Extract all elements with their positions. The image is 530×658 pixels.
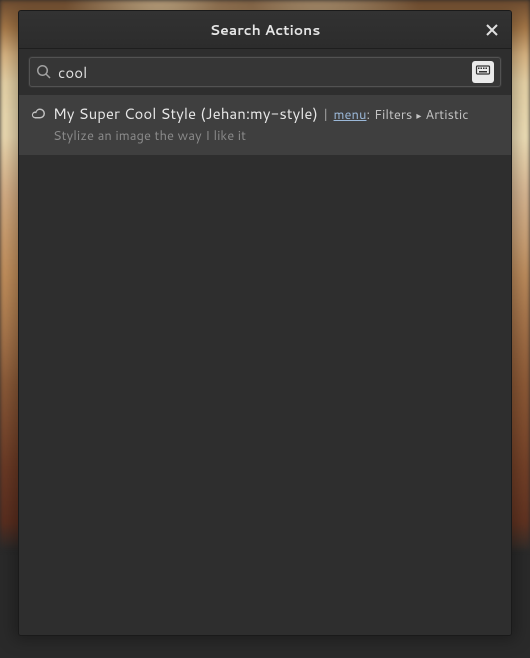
menu-path-segment-1: Filters <box>374 106 412 124</box>
result-menu-link[interactable]: menu <box>334 106 367 124</box>
search-actions-dialog: Search Actions <box>18 10 512 636</box>
titlebar: Search Actions <box>19 11 511 49</box>
search-row <box>19 49 511 95</box>
dialog-title: Search Actions <box>210 20 321 40</box>
close-button[interactable] <box>479 17 505 43</box>
result-separator: | <box>323 106 329 124</box>
chevron-right-icon: ▸ <box>416 109 421 123</box>
search-input[interactable] <box>58 62 466 83</box>
search-field[interactable] <box>29 57 501 87</box>
result-content: My Super Cool Style (Jehan:my-style) | m… <box>53 103 501 145</box>
close-icon <box>486 19 498 42</box>
keyboard-icon <box>475 61 491 84</box>
keyboard-button[interactable] <box>472 61 494 83</box>
result-title-row: My Super Cool Style (Jehan:my-style) | m… <box>53 103 501 124</box>
result-menu-colon: : <box>366 106 370 124</box>
search-icon <box>36 64 52 80</box>
result-item[interactable]: My Super Cool Style (Jehan:my-style) | m… <box>19 95 511 155</box>
result-description: Stylize an image the way I like it <box>53 127 501 145</box>
menu-path-segment-2: Artistic <box>425 106 468 124</box>
result-menu-path: Filters ▸ Artistic <box>374 106 468 124</box>
result-name: My Super Cool Style (Jehan:my-style) <box>53 103 318 124</box>
results-list: My Super Cool Style (Jehan:my-style) | m… <box>19 95 511 635</box>
gegl-icon <box>29 106 45 122</box>
